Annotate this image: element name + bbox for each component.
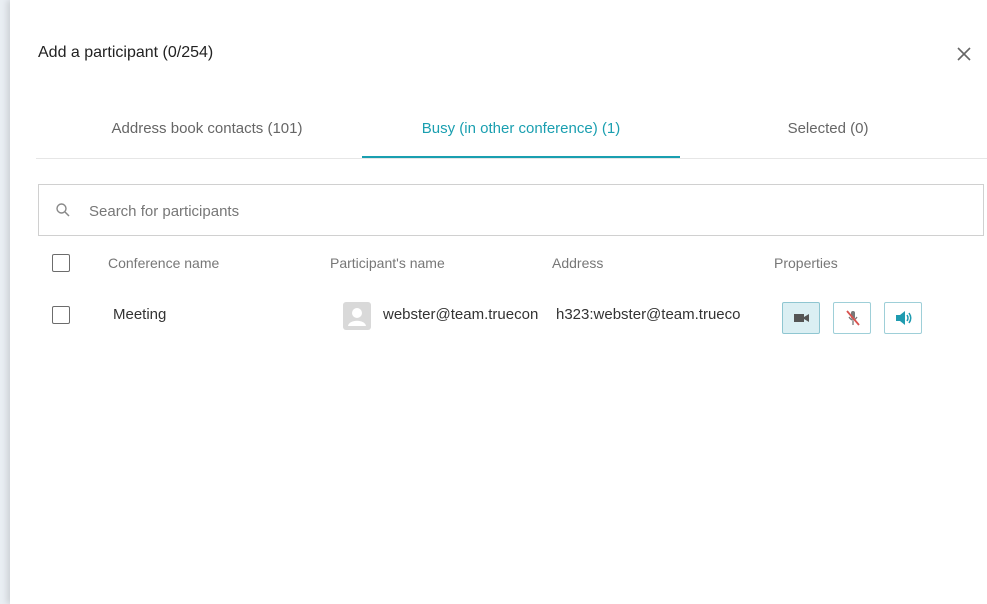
search-box — [38, 184, 984, 236]
select-all-checkbox[interactable] — [52, 254, 70, 272]
table-header: Conference name Participant's name Addre… — [38, 246, 984, 282]
table-row[interactable]: Meeting webster@team.truecon h323:webste… — [38, 290, 984, 340]
column-header-address: Address — [552, 255, 604, 271]
tab-label: Address book contacts (101) — [111, 120, 303, 137]
tab-selected[interactable]: Selected (0) — [680, 110, 976, 158]
user-icon — [348, 308, 366, 326]
close-icon — [957, 47, 971, 61]
search-input[interactable] — [87, 197, 951, 225]
close-button[interactable] — [950, 40, 978, 68]
column-header-conference-name: Conference name — [108, 255, 220, 271]
tab-bar: Address book contacts (101) Busy (in oth… — [36, 110, 987, 159]
tab-label: Busy (in other conference) (1) — [421, 120, 621, 137]
tab-busy-in-other-conference[interactable]: Busy (in other conference) (1) — [362, 110, 680, 158]
dialog-title: Add a participant (0/254) — [38, 44, 214, 61]
camera-off-icon — [794, 314, 809, 322]
add-participant-dialog: Add a participant (0/254) Address book c… — [10, 0, 987, 604]
camera-toggle-button[interactable] — [782, 302, 820, 334]
tab-address-book-contacts[interactable]: Address book contacts (101) — [52, 110, 362, 158]
address-cell: h323:webster@team.trueco — [556, 306, 741, 323]
microphone-off-icon — [846, 310, 860, 326]
participant-name-cell: webster@team.truecon — [383, 306, 539, 323]
avatar — [343, 302, 371, 330]
tab-label: Selected (0) — [787, 120, 869, 137]
search-icon — [56, 203, 70, 217]
row-checkbox[interactable] — [52, 306, 70, 324]
microphone-toggle-button[interactable] — [833, 302, 871, 334]
column-header-properties: Properties — [774, 255, 838, 271]
conference-name-cell: Meeting — [113, 306, 167, 323]
speaker-on-icon — [896, 311, 912, 325]
column-header-participant-name: Participant's name — [330, 255, 445, 271]
speaker-toggle-button[interactable] — [884, 302, 922, 334]
